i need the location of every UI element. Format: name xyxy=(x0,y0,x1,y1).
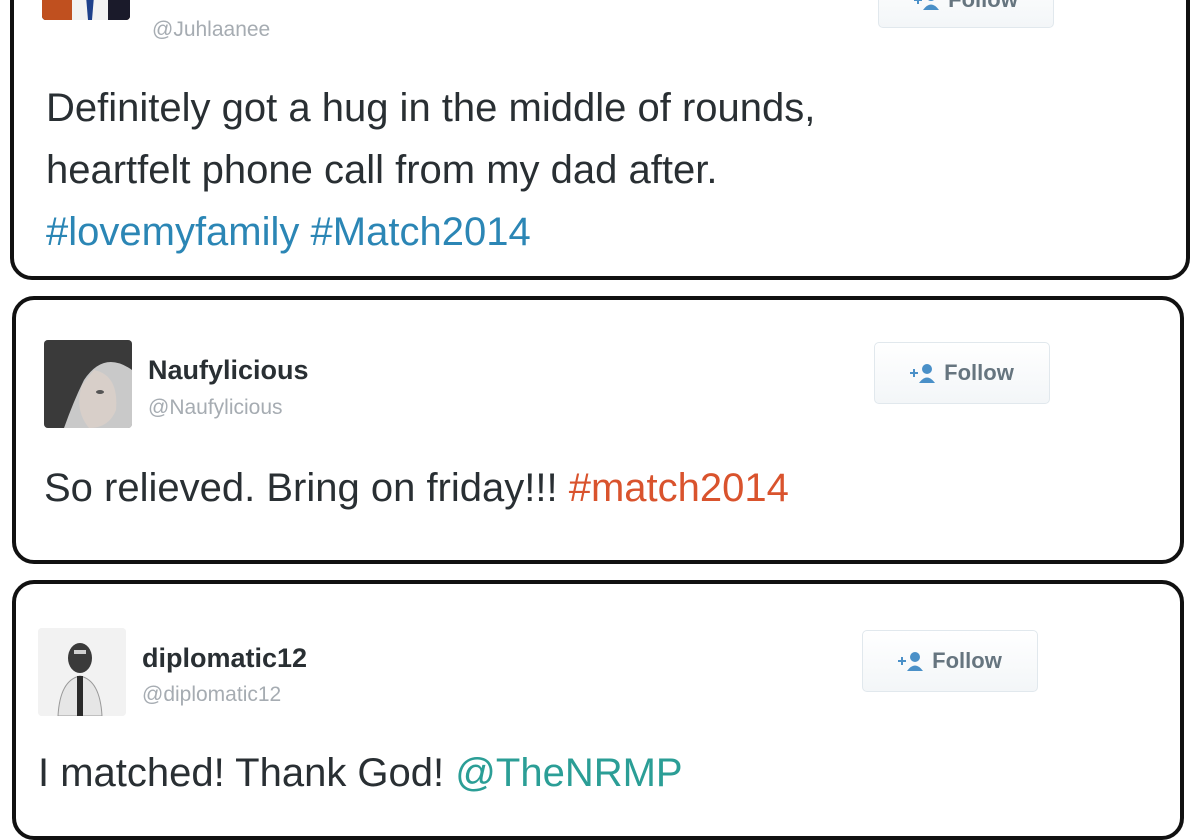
tweet-card: diplomatic12 @diplomatic12 Follow I matc… xyxy=(12,580,1184,840)
tweet-text: I matched! Thank God! @TheNRMP xyxy=(38,742,683,804)
follow-button[interactable]: Follow xyxy=(862,630,1038,692)
add-user-icon xyxy=(914,0,940,10)
tweet-card: @Juhlaanee Follow Definitely got a hug i… xyxy=(10,0,1190,280)
hashtag-link[interactable]: #lovemyfamily xyxy=(46,210,299,254)
tweet-text-line: Definitely got a hug in the middle of ro… xyxy=(46,86,816,130)
user-handle[interactable]: @Juhlaanee xyxy=(152,18,270,42)
tweet-text: So relieved. Bring on friday!!! #match20… xyxy=(44,457,789,519)
profile-photo-icon xyxy=(42,0,130,20)
tweet-text-body: I matched! Thank God! xyxy=(38,751,445,795)
follow-button[interactable]: Follow xyxy=(878,0,1054,28)
avatar[interactable] xyxy=(44,340,132,428)
hashtag-link[interactable]: #Match2014 xyxy=(311,210,531,254)
mention-link[interactable]: @TheNRMP xyxy=(455,751,682,795)
add-user-icon xyxy=(898,652,924,671)
user-handle[interactable]: @diplomatic12 xyxy=(142,683,281,707)
user-handle[interactable]: @Naufylicious xyxy=(148,396,283,420)
follow-label: Follow xyxy=(944,360,1014,385)
tweet-hashtags: #lovemyfamily #Match2014 xyxy=(46,201,815,263)
display-name[interactable]: Naufylicious xyxy=(148,355,309,386)
add-user-icon xyxy=(910,364,936,383)
follow-label: Follow xyxy=(948,0,1018,13)
follow-button[interactable]: Follow xyxy=(874,342,1050,404)
follow-label: Follow xyxy=(932,648,1002,673)
tweet-text-line: heartfelt phone call from my dad after. xyxy=(46,148,718,192)
tweet-text: Definitely got a hug in the middle of ro… xyxy=(46,77,815,263)
avatar[interactable] xyxy=(38,628,126,716)
avatar[interactable] xyxy=(42,0,130,20)
profile-photo-icon xyxy=(44,340,132,428)
tweet-card: Naufylicious @Naufylicious Follow So rel… xyxy=(12,296,1184,564)
display-name[interactable]: diplomatic12 xyxy=(142,643,307,674)
hashtag-link[interactable]: #match2014 xyxy=(569,466,789,510)
profile-photo-icon xyxy=(38,628,126,716)
tweet-text-body: So relieved. Bring on friday!!! xyxy=(44,466,558,510)
